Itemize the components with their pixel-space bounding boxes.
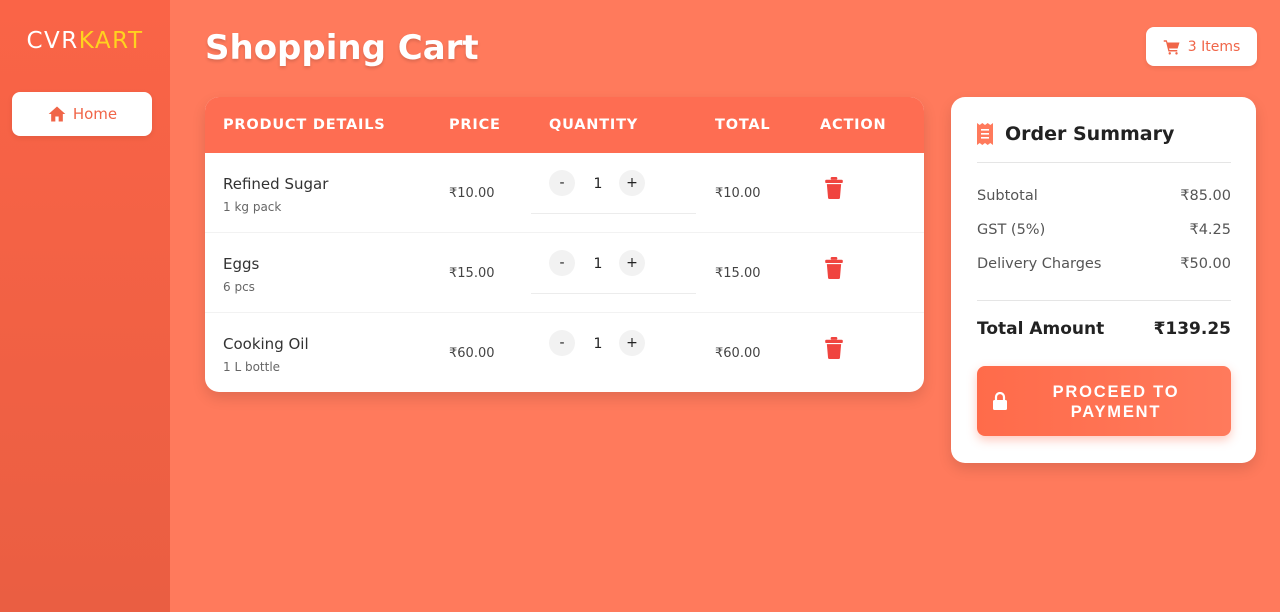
product-price: ₹60.00: [449, 346, 495, 361]
product-name: Cooking Oil: [223, 335, 309, 353]
order-summary-header: Order Summary: [977, 123, 1174, 145]
product-detail: 1 L bottle: [223, 360, 281, 374]
gst-line: GST (5%) ₹4.25: [977, 222, 1231, 238]
cart-row: Cooking Oil 1 L bottle ₹60.00 - 1 + ₹60.…: [205, 313, 924, 392]
brand-logo[interactable]: CVRKART: [0, 28, 170, 54]
home-icon: [48, 106, 66, 122]
subtotal-line: Subtotal ₹85.00: [977, 188, 1231, 204]
product-total: ₹60.00: [715, 346, 761, 361]
cart-row: Refined Sugar 1 kg pack ₹10.00 - 1 + ₹10…: [205, 153, 924, 233]
lock-icon: [993, 392, 1007, 410]
decrease-quantity-button[interactable]: -: [549, 170, 575, 196]
brand-part-2: KART: [78, 28, 144, 54]
subtotal-value: ₹85.00: [1180, 188, 1231, 204]
cart-icon: [1163, 39, 1180, 55]
cart-table: PRODUCT DETAILS PRICE QUANTITY TOTAL ACT…: [205, 97, 924, 392]
product-price: ₹10.00: [449, 186, 495, 201]
decrease-quantity-button[interactable]: -: [549, 250, 575, 276]
increase-quantity-button[interactable]: +: [619, 330, 645, 356]
summary-divider: [977, 162, 1231, 163]
quantity-value: 1: [593, 176, 603, 192]
trash-icon[interactable]: [825, 337, 843, 359]
cart-items-count: 3 Items: [1187, 38, 1241, 55]
quantity-value: 1: [593, 336, 603, 352]
proceed-to-payment-label: PROCEED TO PAYMENT: [1052, 383, 1180, 421]
total-label: Total Amount: [977, 319, 1105, 339]
column-header-total: TOTAL: [715, 117, 771, 133]
quantity-divider: [531, 213, 696, 214]
column-header-action: ACTION: [820, 117, 887, 133]
column-header-quantity: QUANTITY: [549, 117, 639, 133]
order-summary-title: Order Summary: [1005, 123, 1175, 145]
delivery-line: Delivery Charges ₹50.00: [977, 256, 1231, 272]
gst-value: ₹4.25: [1189, 222, 1231, 238]
trash-icon[interactable]: [825, 177, 843, 199]
increase-quantity-button[interactable]: +: [619, 250, 645, 276]
home-button[interactable]: Home: [12, 92, 152, 136]
subtotal-label: Subtotal: [977, 188, 1038, 204]
increase-quantity-button[interactable]: +: [619, 170, 645, 196]
total-line: Total Amount ₹139.25: [977, 319, 1231, 339]
product-name: Refined Sugar: [223, 175, 329, 193]
product-name: Eggs: [223, 255, 260, 273]
delivery-label: Delivery Charges: [977, 256, 1102, 272]
product-total: ₹10.00: [715, 186, 761, 201]
home-button-label: Home: [72, 105, 118, 123]
proceed-to-payment-button[interactable]: PROCEED TO PAYMENT: [977, 366, 1231, 436]
quantity-divider: [531, 293, 696, 294]
brand-part-1: CVR: [26, 28, 79, 54]
decrease-quantity-button[interactable]: -: [549, 330, 575, 356]
trash-icon[interactable]: [825, 257, 843, 279]
delivery-value: ₹50.00: [1180, 256, 1231, 272]
sidebar: CVRKART Home: [0, 0, 170, 612]
order-summary-panel: Order Summary Subtotal ₹85.00 GST (5%) ₹…: [951, 97, 1256, 463]
column-header-product: PRODUCT DETAILS: [223, 117, 386, 133]
product-price: ₹15.00: [449, 266, 495, 281]
receipt-icon: [977, 123, 993, 145]
product-detail: 1 kg pack: [223, 200, 282, 214]
cart-row: Eggs 6 pcs ₹15.00 - 1 + ₹15.00: [205, 233, 924, 313]
quantity-value: 1: [593, 256, 603, 272]
gst-label: GST (5%): [977, 222, 1046, 238]
product-total: ₹15.00: [715, 266, 761, 281]
cart-table-header: PRODUCT DETAILS PRICE QUANTITY TOTAL ACT…: [205, 97, 924, 153]
summary-divider: [977, 300, 1231, 301]
page-title: Shopping Cart: [205, 28, 479, 68]
column-header-price: PRICE: [449, 117, 501, 133]
total-value: ₹139.25: [1153, 319, 1231, 339]
cart-items-button[interactable]: 3 Items: [1146, 27, 1257, 66]
product-detail: 6 pcs: [223, 280, 255, 294]
